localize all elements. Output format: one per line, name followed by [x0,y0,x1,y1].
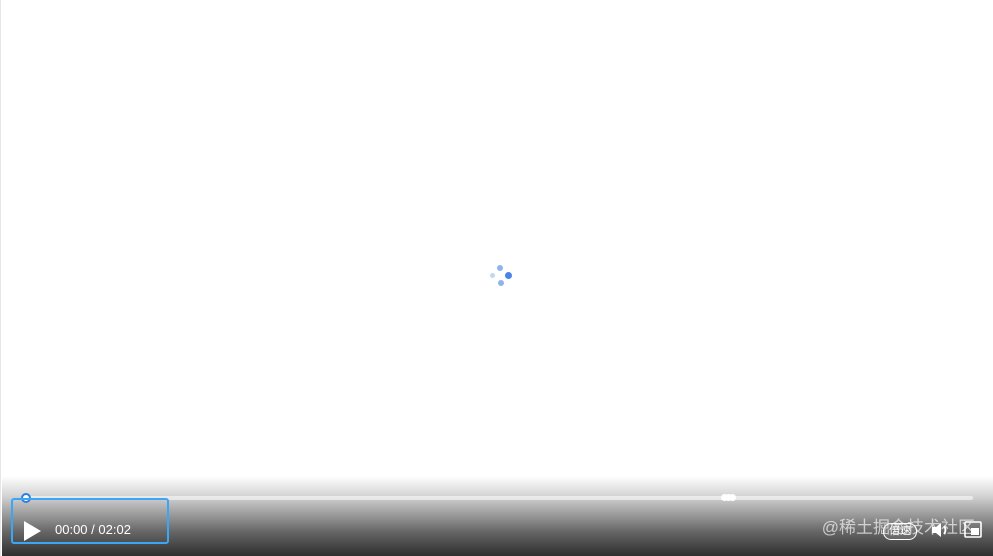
buffer-indicator [721,494,737,502]
control-bar: 00:00 / 02:02 @稀土掘金技术社区 倍速 [2,476,993,556]
play-button[interactable] [22,520,42,542]
spinner-dot [490,273,495,278]
volume-icon [932,523,947,537]
spinner-dot [498,280,504,286]
speed-button[interactable]: 倍速 [883,523,917,540]
loading-spinner [488,264,514,290]
fullscreen-icon [964,521,982,538]
current-time: 00:00 [55,522,88,537]
play-icon [24,521,41,541]
total-time: 02:02 [98,522,131,537]
volume-button[interactable] [931,521,951,539]
spinner-dot [505,272,512,279]
video-player[interactable]: 00:00 / 02:02 @稀土掘金技术社区 倍速 [0,0,993,556]
time-separator: / [87,522,99,537]
time-display: 00:00 / 02:02 [55,522,131,537]
fullscreen-button[interactable] [964,521,982,538]
spinner-dot [497,265,503,271]
